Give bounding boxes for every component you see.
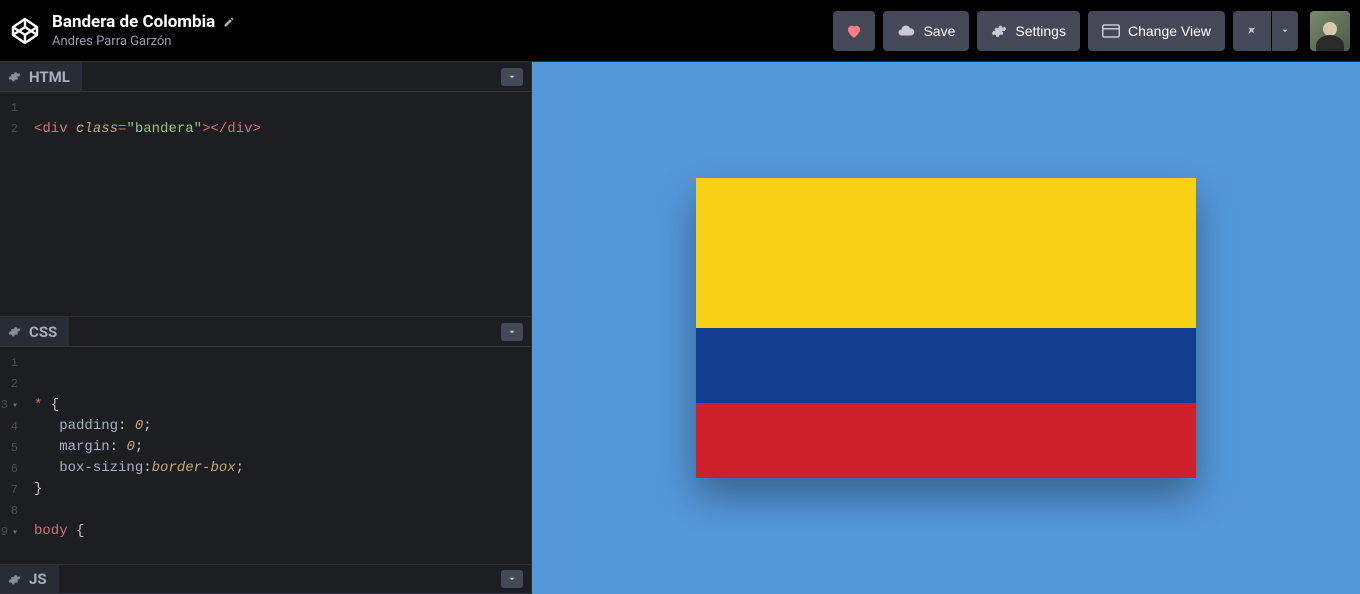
panel-title: CSS	[29, 323, 57, 341]
gutter: 1 2	[0, 92, 26, 316]
codepen-logo[interactable]	[10, 16, 40, 46]
css-panel-header: CSS	[0, 317, 531, 347]
pin-dropdown-button[interactable]	[1272, 11, 1298, 51]
save-button[interactable]: Save	[883, 11, 969, 51]
header-actions: Save Settings Change View	[833, 11, 1350, 51]
change-view-button[interactable]: Change View	[1088, 11, 1225, 51]
settings-label: Settings	[1015, 23, 1066, 39]
js-panel-header: JS	[0, 565, 531, 594]
gear-icon	[991, 23, 1007, 39]
html-panel: HTML 1 2 <div class="bandera"></div>	[0, 62, 531, 316]
settings-button[interactable]: Settings	[977, 11, 1080, 51]
main: HTML 1 2 <div class="bandera"></div>	[0, 62, 1360, 594]
pin-group	[1233, 11, 1298, 51]
editors-column: HTML 1 2 <div class="bandera"></div>	[0, 62, 532, 594]
save-label: Save	[923, 23, 955, 39]
gear-icon[interactable]	[8, 70, 21, 83]
js-panel: JS	[0, 564, 531, 594]
chevron-down-icon	[1280, 26, 1290, 36]
code-content: <div class="bandera"></div>	[26, 92, 269, 316]
gear-icon[interactable]	[8, 573, 21, 586]
css-editor[interactable]: 1 2 3 ▾ 4 5 6 7 8 9 ▾ * { padding: 0; ma…	[0, 347, 531, 564]
gutter: 1 2 3 ▾ 4 5 6 7 8 9 ▾	[0, 347, 26, 564]
panel-menu-button[interactable]	[501, 570, 523, 588]
heart-icon	[845, 22, 863, 40]
panel-menu-button[interactable]	[501, 68, 523, 86]
edit-title-icon[interactable]	[223, 16, 235, 28]
app-header: Bandera de Colombia Andres Parra Garzón …	[0, 0, 1360, 62]
flag-stripe-yellow	[696, 178, 1196, 328]
change-view-label: Change View	[1128, 23, 1211, 39]
pin-icon	[1245, 24, 1259, 38]
code-content: * { padding: 0; margin: 0; box-sizing:bo…	[26, 347, 252, 564]
flag-stripe-red	[696, 403, 1196, 478]
like-button[interactable]	[833, 11, 875, 51]
author-name[interactable]: Andres Parra Garzón	[52, 34, 833, 49]
gear-icon[interactable]	[8, 325, 21, 338]
flag-colombia	[696, 178, 1196, 478]
avatar[interactable]	[1310, 11, 1350, 51]
panel-title: JS	[29, 570, 47, 588]
pin-button[interactable]	[1233, 11, 1271, 51]
pen-title[interactable]: Bandera de Colombia	[52, 12, 215, 32]
panel-title: HTML	[29, 68, 70, 86]
html-editor[interactable]: 1 2 <div class="bandera"></div>	[0, 92, 531, 316]
panel-menu-button[interactable]	[501, 323, 523, 341]
title-block: Bandera de Colombia Andres Parra Garzón	[52, 12, 833, 49]
css-panel: CSS 1 2 3 ▾ 4 5 6 7 8 9 ▾	[0, 316, 531, 564]
flag-stripe-blue	[696, 328, 1196, 403]
cloud-icon	[897, 22, 915, 40]
html-panel-header: HTML	[0, 62, 531, 92]
layout-icon	[1102, 24, 1120, 38]
preview-pane	[532, 62, 1360, 594]
